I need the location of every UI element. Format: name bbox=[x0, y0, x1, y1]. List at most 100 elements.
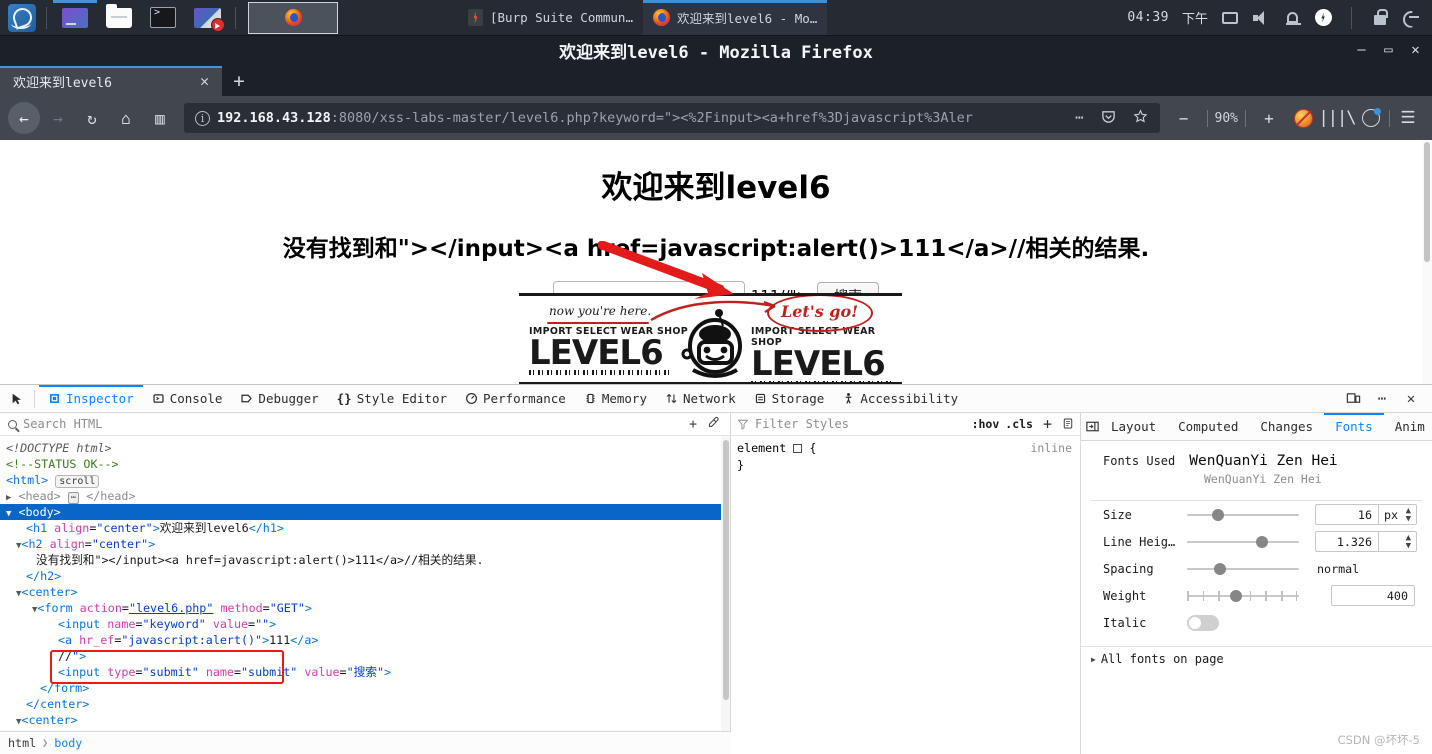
launcher-screen-recorder[interactable] bbox=[185, 0, 229, 36]
markup-line-center-open-2[interactable]: ▼<center> bbox=[0, 712, 730, 728]
bookmark-star-icon[interactable] bbox=[1128, 108, 1153, 128]
devtools-tab-inspector[interactable]: Inspector bbox=[39, 384, 143, 413]
markup-search-bar[interactable]: Search HTML + bbox=[0, 413, 730, 436]
spinner-icon-2[interactable]: ▲ ▼ bbox=[1406, 533, 1411, 550]
markup-line-body[interactable]: ▼ <body> bbox=[0, 504, 730, 520]
expand-arrow-icon-allfonts[interactable]: ▶ bbox=[1091, 655, 1096, 664]
expand-pane-icon[interactable] bbox=[1085, 414, 1100, 440]
weight-slider[interactable] bbox=[1187, 589, 1299, 603]
hov-toggle[interactable]: :hov bbox=[972, 417, 1000, 431]
right-tab-fonts[interactable]: Fonts bbox=[1324, 412, 1384, 441]
right-tab-changes[interactable]: Changes bbox=[1249, 413, 1324, 441]
markup-line-comment[interactable]: <!--STATUS OK--> bbox=[0, 456, 730, 472]
forward-button[interactable]: → bbox=[42, 102, 74, 134]
account-icon[interactable] bbox=[1355, 102, 1387, 134]
zoom-out-button[interactable]: − bbox=[1168, 102, 1200, 134]
logout-icon[interactable] bbox=[1402, 9, 1420, 27]
markup-line-head[interactable]: ▶ <head> ⋯ </head> bbox=[0, 488, 730, 504]
hamburger-menu-icon[interactable]: ☰ bbox=[1392, 102, 1424, 134]
taskbar-window-burp[interactable]: [Burp Suite Commun… bbox=[458, 1, 643, 35]
close-tab-icon[interactable]: ✕ bbox=[195, 72, 214, 90]
devtools-tab-performance[interactable]: Performance bbox=[456, 385, 575, 413]
volume-icon[interactable] bbox=[1252, 9, 1270, 27]
taskbar-window-firefox-thumb[interactable] bbox=[248, 1, 338, 34]
markup-line-a-tail[interactable]: //"> bbox=[0, 648, 730, 664]
minimize-button[interactable]: — bbox=[1355, 43, 1368, 57]
markup-line-input-keyword[interactable]: <input name="keyword" value=""> bbox=[0, 616, 730, 632]
library-icon[interactable]: |||\ bbox=[1319, 102, 1357, 134]
markup-line-doctype[interactable]: <!DOCTYPE html> bbox=[0, 440, 730, 456]
markup-line-center-open[interactable]: ▼<center> bbox=[0, 584, 730, 600]
spacing-slider[interactable] bbox=[1187, 562, 1299, 576]
eyedropper-icon[interactable] bbox=[707, 416, 720, 433]
sidebar-toggle-button[interactable]: ▥ bbox=[144, 102, 176, 134]
bell-icon[interactable] bbox=[1283, 9, 1301, 27]
kali-menu-button[interactable] bbox=[4, 3, 40, 33]
italic-toggle[interactable] bbox=[1187, 614, 1219, 631]
font-size-unit[interactable]: px ▲ ▼ bbox=[1378, 505, 1416, 524]
page-scrollbar[interactable] bbox=[1422, 140, 1432, 384]
markup-scrollbar-thumb[interactable] bbox=[722, 440, 729, 700]
markup-line-input-submit[interactable]: <input type="submit" name="submit" value… bbox=[0, 664, 730, 680]
rule-shape-icon[interactable] bbox=[793, 444, 803, 453]
add-node-button[interactable]: + bbox=[689, 417, 697, 432]
devtools-options-icon[interactable]: ⋯ bbox=[1369, 386, 1395, 412]
responsive-design-icon[interactable] bbox=[1340, 386, 1366, 412]
devtools-tab-network[interactable]: Network bbox=[656, 385, 745, 413]
browser-tab-level6[interactable]: 欢迎来到level6 ✕ bbox=[0, 66, 222, 96]
markup-line-center-close[interactable]: </center> bbox=[0, 696, 730, 712]
rule-source-inline[interactable]: inline bbox=[1030, 440, 1072, 457]
markup-line-form-open[interactable]: ▼<form action="level6.php" method="GET"> bbox=[0, 600, 730, 616]
power-icon[interactable] bbox=[1314, 9, 1332, 27]
devtools-tab-console[interactable]: Console bbox=[143, 385, 232, 413]
weight-value[interactable]: 400 bbox=[1332, 589, 1414, 603]
new-tab-button[interactable]: + bbox=[222, 66, 256, 96]
line-height-value[interactable]: 1.326 bbox=[1316, 535, 1378, 549]
markup-line-h2-close[interactable]: </h2> bbox=[0, 568, 730, 584]
cls-toggle[interactable]: .cls bbox=[1005, 417, 1033, 431]
breadcrumb-item-body[interactable]: body bbox=[54, 736, 82, 750]
line-height-unit[interactable]: ▲ ▼ bbox=[1378, 532, 1416, 551]
stylesheet-icon[interactable] bbox=[1062, 415, 1074, 434]
font-size-numbox[interactable]: 16 px ▲ ▼ bbox=[1315, 504, 1417, 525]
all-fonts-section[interactable]: ▶ All fonts on page bbox=[1081, 646, 1432, 666]
reload-button[interactable]: ↻ bbox=[76, 102, 108, 134]
url-bar[interactable]: i 192.168.43.128:8080/xss-labs-master/le… bbox=[184, 103, 1160, 133]
markup-line-a-tag[interactable]: <a hr_ef="javascript:alert()">111</a> bbox=[0, 632, 730, 648]
home-button[interactable]: ⌂ bbox=[110, 102, 142, 134]
launcher-terminal[interactable] bbox=[141, 0, 185, 36]
markup-line-form-close[interactable]: </form> bbox=[0, 680, 730, 696]
collapse-arrow-icon[interactable]: ▼ bbox=[6, 509, 11, 519]
back-button[interactable]: ← bbox=[8, 102, 40, 134]
close-devtools-icon[interactable]: ✕ bbox=[1398, 386, 1424, 412]
markup-line-h2-open[interactable]: ▼<h2 align="center"> bbox=[0, 536, 730, 552]
devtools-tab-accessibility[interactable]: Accessibility bbox=[833, 385, 967, 413]
markup-line-html[interactable]: <html> scroll bbox=[0, 472, 730, 488]
clock-time[interactable]: 04:39 bbox=[1127, 10, 1169, 25]
rules-filter-bar[interactable]: Filter Styles :hov .cls + bbox=[731, 413, 1080, 436]
zoom-in-button[interactable]: + bbox=[1253, 102, 1285, 134]
rule-selector-line[interactable]: element { bbox=[737, 440, 1074, 457]
devtools-tab-memory[interactable]: Memory bbox=[575, 385, 656, 413]
zoom-level-label[interactable]: 90% bbox=[1215, 111, 1238, 126]
rules-body[interactable]: element { } inline bbox=[731, 436, 1080, 754]
launcher-workspace[interactable] bbox=[53, 0, 97, 36]
close-window-button[interactable]: ✕ bbox=[1409, 43, 1422, 57]
weight-numbox[interactable]: 400 bbox=[1331, 585, 1415, 606]
devtools-tab-debugger[interactable]: Debugger bbox=[231, 385, 327, 413]
devtools-tab-storage[interactable]: Storage bbox=[745, 385, 834, 413]
markup-line-h2-text[interactable]: 没有找到和"></input><a href=javascript:alert(… bbox=[0, 552, 730, 568]
devtools-tab-style-editor[interactable]: {} Style Editor bbox=[328, 385, 456, 413]
expand-arrow-icon[interactable]: ▶ bbox=[6, 493, 11, 503]
breadcrumb-item-html[interactable]: html bbox=[8, 736, 36, 750]
maximize-button[interactable]: ▭ bbox=[1382, 43, 1395, 57]
taskbar-window-firefox[interactable]: 欢迎来到level6 - Mo… bbox=[643, 0, 828, 35]
page-scrollbar-thumb[interactable] bbox=[1424, 142, 1430, 262]
noscript-icon[interactable] bbox=[1287, 102, 1319, 134]
launcher-file-manager[interactable] bbox=[97, 0, 141, 36]
markup-tree[interactable]: <!DOCTYPE html> <!--STATUS OK--> <html> … bbox=[0, 436, 730, 754]
markup-scrollbar[interactable] bbox=[721, 436, 730, 754]
line-height-slider[interactable] bbox=[1187, 535, 1299, 549]
spinner-icon[interactable]: ▲ ▼ bbox=[1406, 506, 1411, 523]
font-size-value[interactable]: 16 bbox=[1316, 508, 1378, 522]
